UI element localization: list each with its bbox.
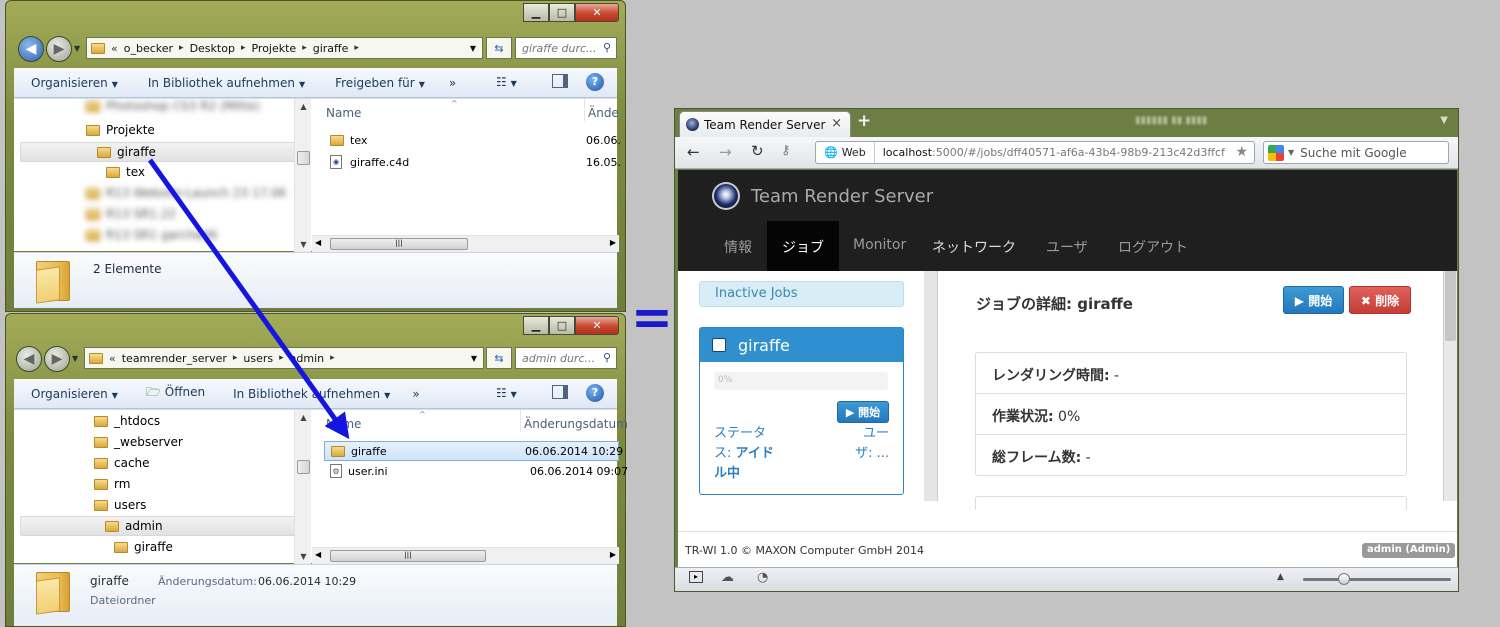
nav-logout[interactable]: ログアウト — [1118, 237, 1188, 257]
job-card-start-button[interactable]: ▶ 開始 — [837, 401, 889, 423]
panel-icon[interactable]: ▸ — [689, 571, 703, 583]
browser-toolbar: ← → ↻ ⚷ 🌐 Web localhost:5000/#/jobs/dff40… — [675, 137, 1458, 169]
next-panel — [975, 496, 1407, 510]
site-identity-button[interactable]: 🌐 Web — [816, 142, 875, 163]
delete-button[interactable]: ✖ 削除 — [1349, 286, 1411, 314]
zoom-slider-handle[interactable] — [1338, 573, 1350, 585]
url-bar[interactable]: 🌐 Web localhost:5000/#/jobs/dff40571-af6a… — [815, 141, 1255, 164]
search-engine-dropdown-icon: ▼ — [1288, 148, 1295, 157]
page-zoom-up-icon[interactable]: ▲ — [1277, 572, 1284, 582]
cinema4d-logo-icon — [712, 182, 740, 210]
web-page: Team Render Server 情報 ジョブ Monitor ネットワーク… — [678, 170, 1457, 567]
job-detail-table: レンダリング時間: - 作業状況: 0% 総フレーム数: - — [975, 352, 1407, 476]
job-user: ユー ザ: ... — [855, 426, 889, 461]
cloud-icon[interactable]: ☁ — [721, 570, 734, 585]
google-search-input[interactable]: ▼ Suche mit Google — [1263, 141, 1449, 164]
new-tab-button[interactable]: + — [857, 111, 871, 131]
speed-gauge-icon[interactable]: ◔ — [757, 570, 768, 585]
total-frames-row: 総フレーム数: - — [992, 450, 1091, 466]
browser-tab[interactable]: Team Render Server × — [679, 111, 851, 137]
bookmark-star-icon[interactable]: ★ — [1235, 144, 1248, 160]
reload-icon[interactable]: ↻ — [751, 142, 764, 160]
user-badge[interactable]: admin (Admin) — [1362, 543, 1456, 558]
globe-icon: 🌐 — [824, 146, 838, 159]
brand-title[interactable]: Team Render Server — [751, 186, 933, 207]
nav-jobs[interactable]: ジョブ — [767, 221, 839, 271]
tab-list-dropdown-icon[interactable]: ▼ — [1440, 115, 1448, 126]
footer-copyright: TR-WI 1.0 © MAXON Computer GmbH 2014 — [685, 544, 924, 557]
nav-monitor[interactable]: Monitor — [853, 237, 906, 253]
zoom-slider[interactable] — [1303, 573, 1451, 585]
browser-statusbar: ▸ ☁ ◔ ▲ — [675, 567, 1458, 591]
job-checkbox[interactable] — [712, 338, 726, 352]
equals-sign: = — [631, 288, 673, 346]
page-scrollbar[interactable] — [1443, 271, 1457, 501]
scroll-thumb[interactable] — [1445, 271, 1456, 341]
work-status-row: 作業状況: 0% — [976, 394, 1406, 435]
close-tab-icon[interactable]: × — [831, 116, 842, 131]
back-arrow-icon[interactable]: ← — [687, 143, 700, 161]
job-detail-title: ジョブの詳細: giraffe — [976, 295, 1133, 313]
left-column-scrollbar[interactable] — [924, 271, 938, 501]
forward-arrow-icon[interactable]: → — [719, 143, 732, 161]
job-card-title[interactable]: giraffe — [738, 336, 790, 355]
inactive-jobs-header[interactable]: Inactive Jobs — [699, 281, 904, 307]
key-icon[interactable]: ⚷ — [781, 143, 791, 158]
job-card[interactable]: giraffe 0% ▶ 開始 ステータ ス: アイド ル中 ユー ザ: ... — [699, 327, 904, 495]
nav-users[interactable]: ユーザ — [1046, 237, 1088, 257]
browser-window: ▮▮▮▮▮▮ ▮▮ ▮▮▮▮ ▼ Team Render Server × + … — [674, 108, 1459, 592]
nav-network[interactable]: ネットワーク — [932, 237, 1016, 257]
cinema4d-logo-icon — [686, 118, 699, 131]
job-progress-bar: 0% — [714, 372, 888, 390]
nav-info[interactable]: 情報 — [724, 237, 752, 257]
google-icon — [1268, 144, 1284, 161]
render-time-row: レンダリング時間: - — [976, 353, 1406, 394]
start-button[interactable]: ▶ 開始 — [1283, 286, 1344, 314]
job-status: ステータ ス: アイド ル中 — [714, 426, 774, 481]
top-navbar: Team Render Server 情報 ジョブ Monitor ネットワーク… — [678, 170, 1457, 271]
